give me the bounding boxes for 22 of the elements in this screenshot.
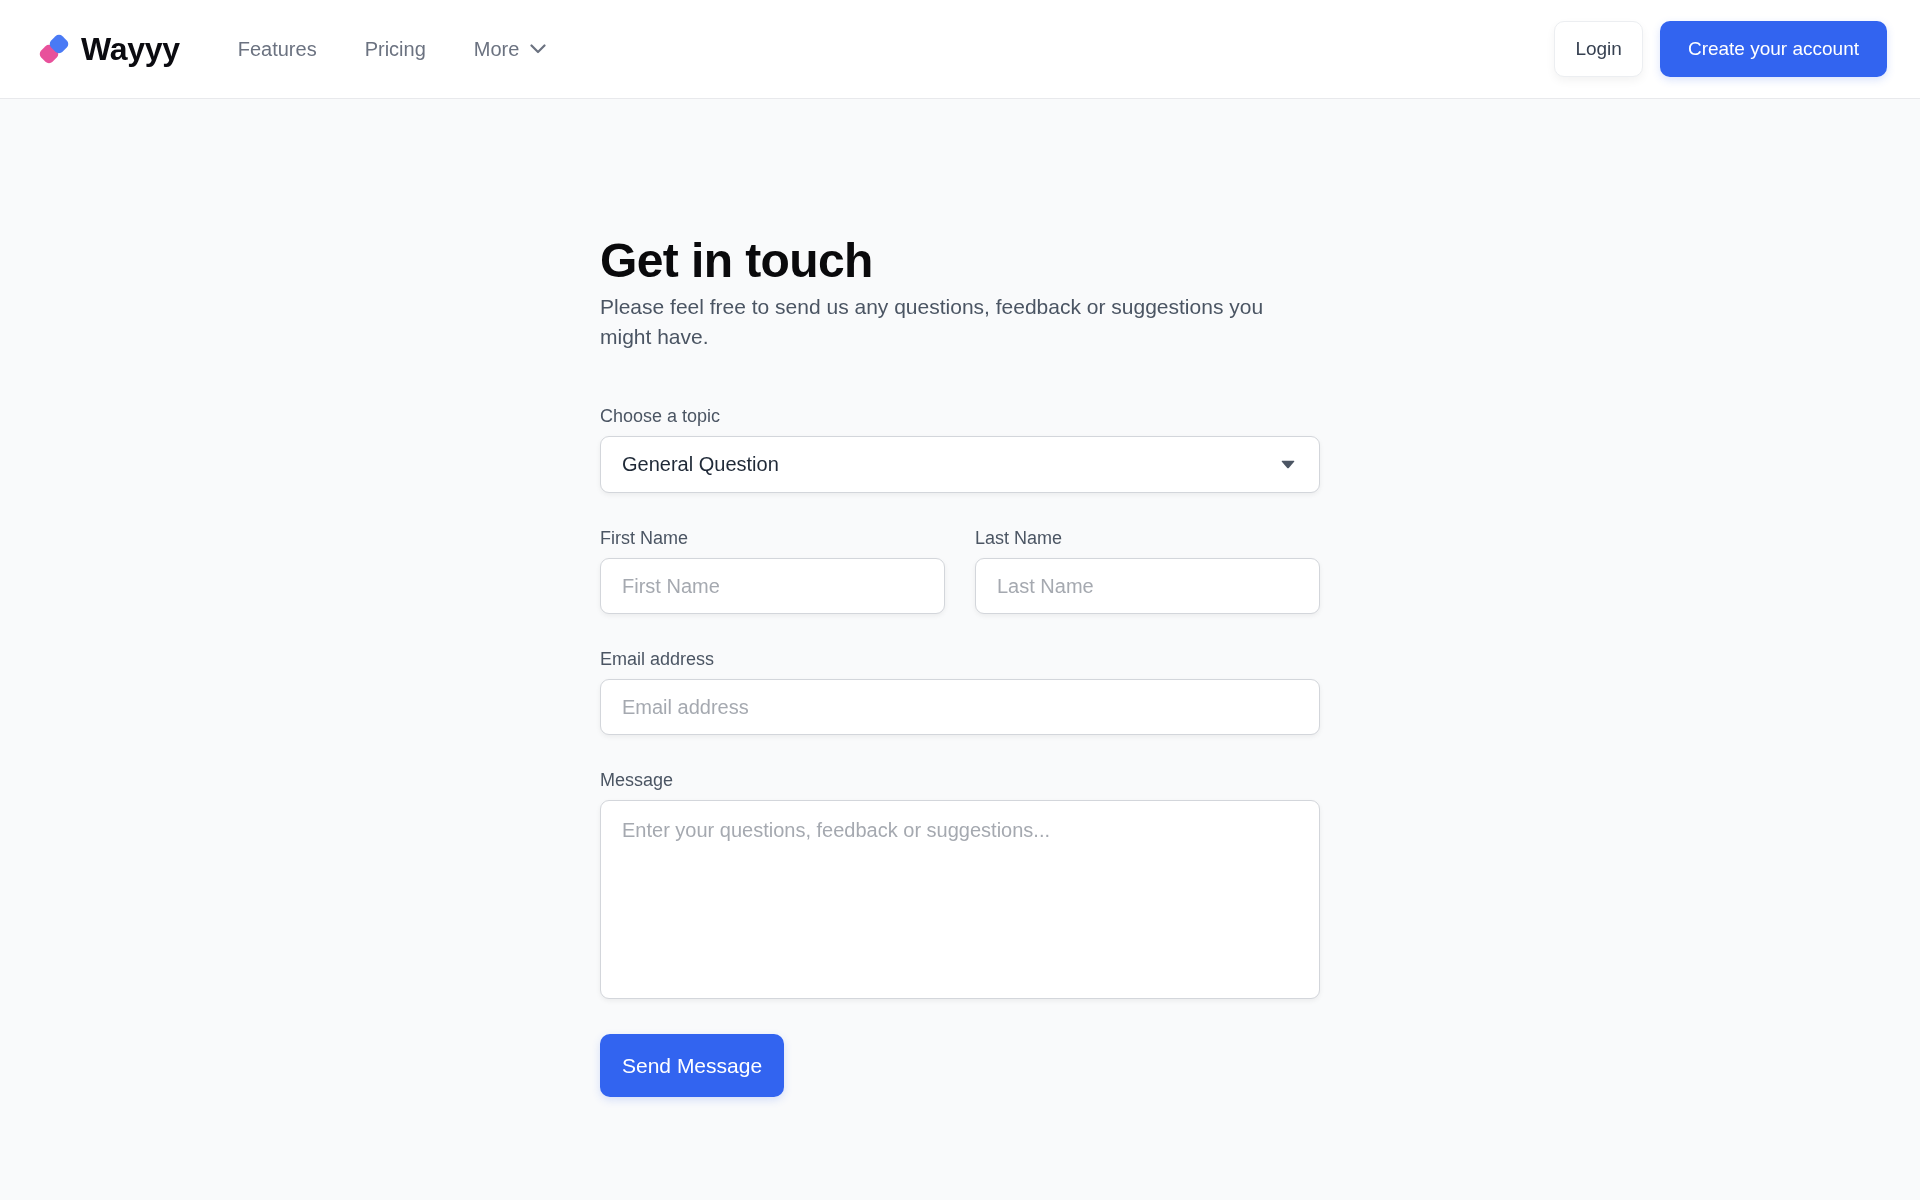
send-button[interactable]: Send Message	[600, 1034, 785, 1097]
chevron-down-icon	[530, 44, 547, 54]
input-field[interactable]: Last Name	[975, 558, 1320, 614]
input-field[interactable]: Email address	[600, 679, 1320, 735]
field-label: Choose a topic	[600, 405, 721, 428]
logo-icon	[37, 32, 71, 66]
field-label: First Name	[600, 527, 688, 550]
select-field[interactable]: General Question	[600, 436, 1320, 493]
message-field[interactable]: Enter your questions, feedback or suggestions...	[600, 800, 1320, 999]
nav-dropdown[interactable]: More	[473, 37, 547, 61]
page-title: Get in touch	[600, 233, 874, 289]
field-label: Email address	[600, 648, 715, 671]
nav-link[interactable]: Features	[237, 37, 317, 61]
nav-link[interactable]: Pricing	[364, 37, 426, 61]
login-button[interactable]: Login	[1554, 21, 1643, 77]
input-field[interactable]: First Name	[600, 558, 945, 614]
field-label: Last Name	[975, 527, 1063, 550]
caret-down-icon	[1281, 460, 1295, 469]
page-subtitle: Please feel free to send us any questions, feedback or suggestions you might have.	[600, 294, 1265, 350]
field-label: Message	[600, 769, 674, 792]
create-account-button[interactable]: Create your account	[1659, 21, 1887, 77]
brand-name[interactable]: Wayyy	[81, 30, 180, 68]
